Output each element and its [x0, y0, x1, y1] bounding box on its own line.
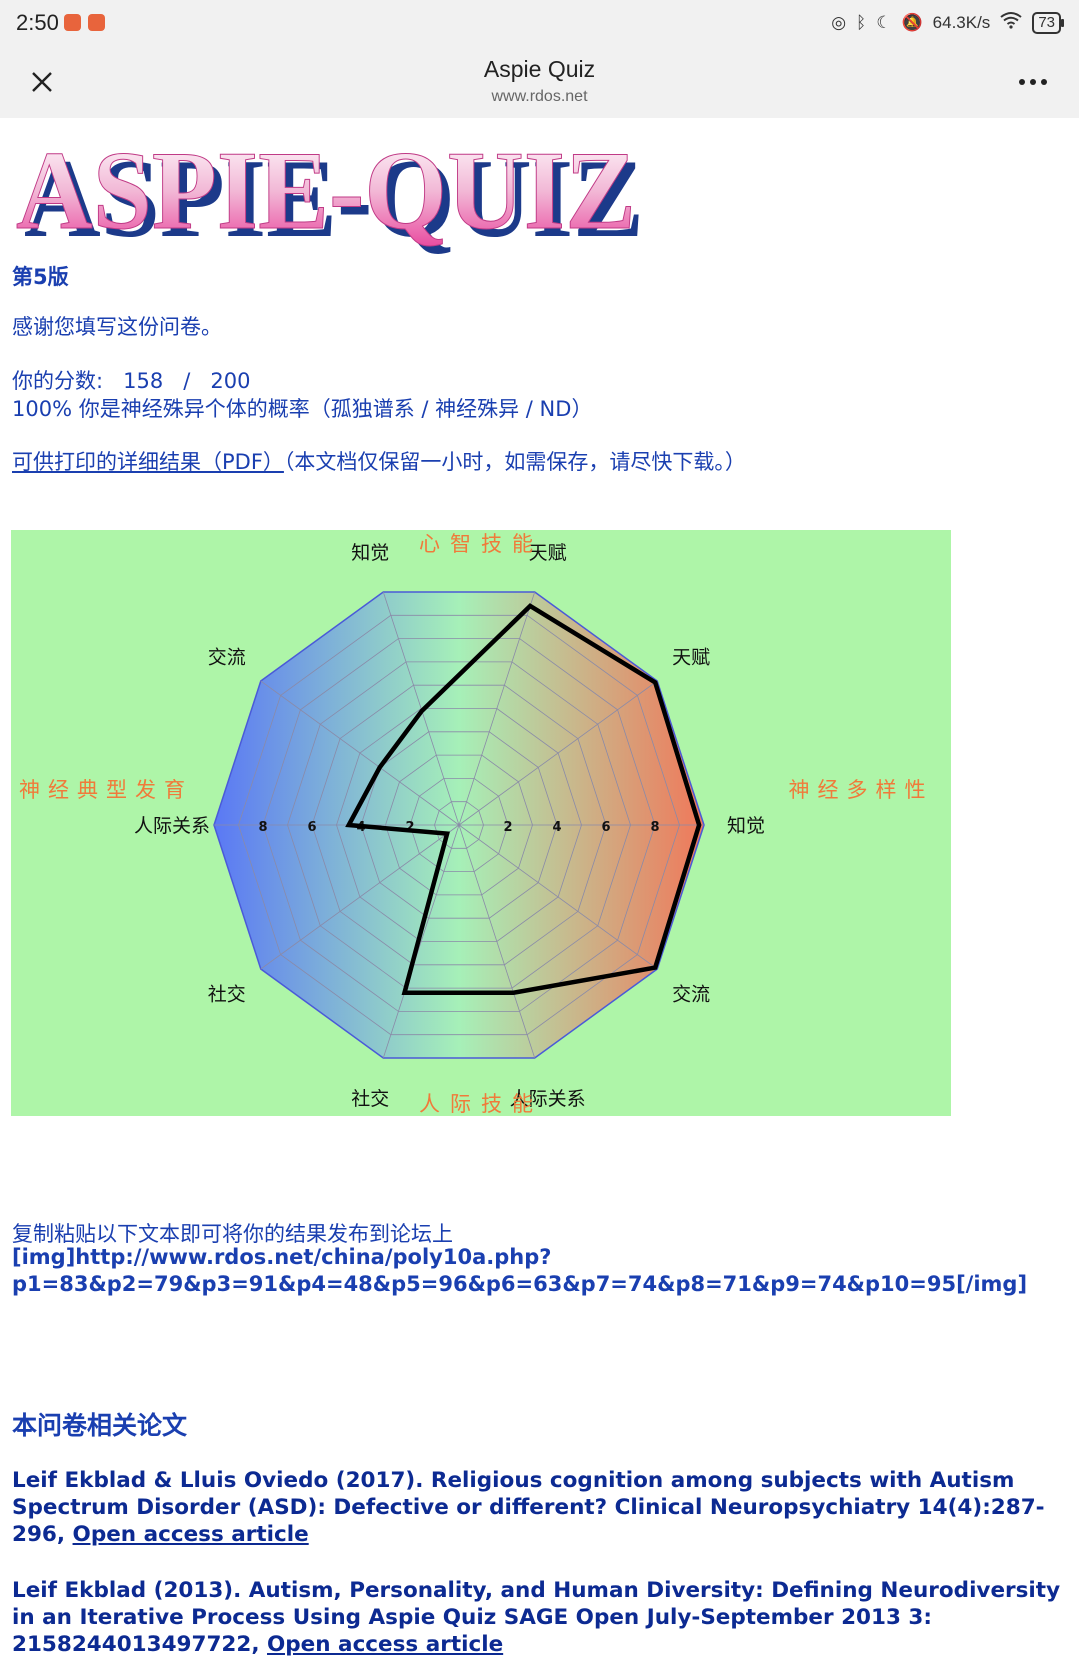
score-separator: /	[183, 369, 191, 393]
more-menu-button[interactable]	[1013, 62, 1053, 102]
chart-left-label: 神经典型发育	[19, 778, 193, 802]
score-label: 你的分数:	[12, 369, 104, 393]
radar-tick-label: 2	[503, 820, 512, 835]
battery-icon: 73	[1032, 11, 1064, 34]
bluetooth-icon: ᛒ	[856, 12, 867, 32]
radar-axis-label: 知觉	[727, 815, 765, 837]
radar-axis-label: 社交	[208, 984, 246, 1006]
score-max: 200	[210, 369, 251, 393]
reference-2: Leif Ekblad (2013). Autism, Personality,…	[12, 1577, 1072, 1658]
svg-text:ASPIE-QUIZ: ASPIE-QUIZ	[16, 129, 636, 253]
radar-axis-label: 交流	[672, 984, 710, 1006]
pdf-note: （本文档仅保留一小时，如需保存，请尽快下载。）	[283, 450, 746, 474]
pdf-line: 可供打印的详细结果（PDF）（本文档仅保留一小时，如需保存，请尽快下载。）	[12, 446, 746, 476]
chart-right-label: 神经多样性	[789, 778, 934, 802]
status-time: 2:50	[16, 10, 59, 35]
notification-icon	[64, 14, 81, 31]
probability-text: 100% 你是神经殊异个体的概率（孤独谱系 / 神经殊异 / ND）	[12, 397, 593, 421]
radar-tick-label: 8	[650, 820, 659, 835]
forum-code-line-2: p1=83&p2=79&p3=91&p4=48&p5=96&p6=63&p7=7…	[12, 1272, 1028, 1296]
more-icon	[1019, 79, 1047, 85]
nfc-icon: ◎	[831, 12, 847, 32]
forum-code-line-1: [img]http://www.rdos.net/china/poly10a.p…	[12, 1245, 552, 1269]
copy-instruction: 复制粘贴以下文本即可将你的结果发布到论坛上	[12, 1222, 453, 1246]
status-icons: ◎ ᛒ ☾ 🔕 64.3K/s 73	[831, 11, 1064, 34]
reference-2-text: Leif Ekblad (2013). Autism, Personality,…	[12, 1578, 1061, 1657]
mute-icon: 🔕	[901, 12, 923, 32]
radar-tick-label: 6	[307, 820, 316, 835]
moon-icon: ☾	[876, 12, 892, 32]
aspie-quiz-logo: ASPIE-QUIZ ASPIE-QUIZ	[16, 129, 645, 260]
radar-axis-label: 交流	[208, 646, 246, 668]
thanks-text: 感谢您填写这份问卷。	[12, 315, 222, 339]
radar-tick-label: 6	[601, 820, 610, 835]
score-line: 你的分数: 158 / 200	[12, 365, 250, 395]
radar-axis-label: 人际关系	[134, 815, 210, 837]
radar-chart-svg: 2 24 46 68 8 天赋天赋知觉交流人际关系社交社交人际关系交流知觉 心智技能 人…	[19, 532, 934, 1116]
pdf-link[interactable]: 可供打印的详细结果（PDF）	[12, 450, 284, 474]
reference-1-link[interactable]: Open access article	[73, 1522, 309, 1547]
page-url: www.rdos.net	[491, 88, 588, 105]
radar-chart: 22446688 天赋 天赋 知觉 交流 人际关系 社交 社交 人际关系 交流 知觉 心智技能 人…	[11, 530, 951, 1116]
wifi-icon	[1000, 11, 1022, 34]
status-bar: 2:50 ◎ ᛒ ☾ 🔕 64.3K/s 73	[0, 0, 1079, 46]
reference-1: Leif Ekblad & Lluis Oviedo (2017). Relig…	[12, 1467, 1072, 1548]
radar-axis-label: 社交	[351, 1088, 389, 1110]
reference-2-link[interactable]: Open access article	[267, 1632, 503, 1657]
radar-tick-label: 4	[552, 820, 561, 835]
chart-title-top: 心智技能	[419, 532, 543, 556]
papers-title: 本问卷相关论文	[12, 1411, 188, 1440]
score-value: 158	[123, 369, 164, 393]
page-title: Aspie Quiz	[483, 56, 596, 82]
browser-header: Aspie Quiz www.rdos.net	[0, 46, 1079, 118]
radar-axis-label: 天赋	[672, 646, 710, 668]
chart-title-bottom: 人际技能	[419, 1092, 543, 1116]
notification-icon	[88, 14, 105, 31]
edition-label: 第5版	[12, 265, 69, 289]
radar-axis-label: 知觉	[351, 542, 389, 564]
network-speed: 64.3K/s	[932, 12, 991, 32]
radar-tick-label: 8	[258, 820, 267, 835]
